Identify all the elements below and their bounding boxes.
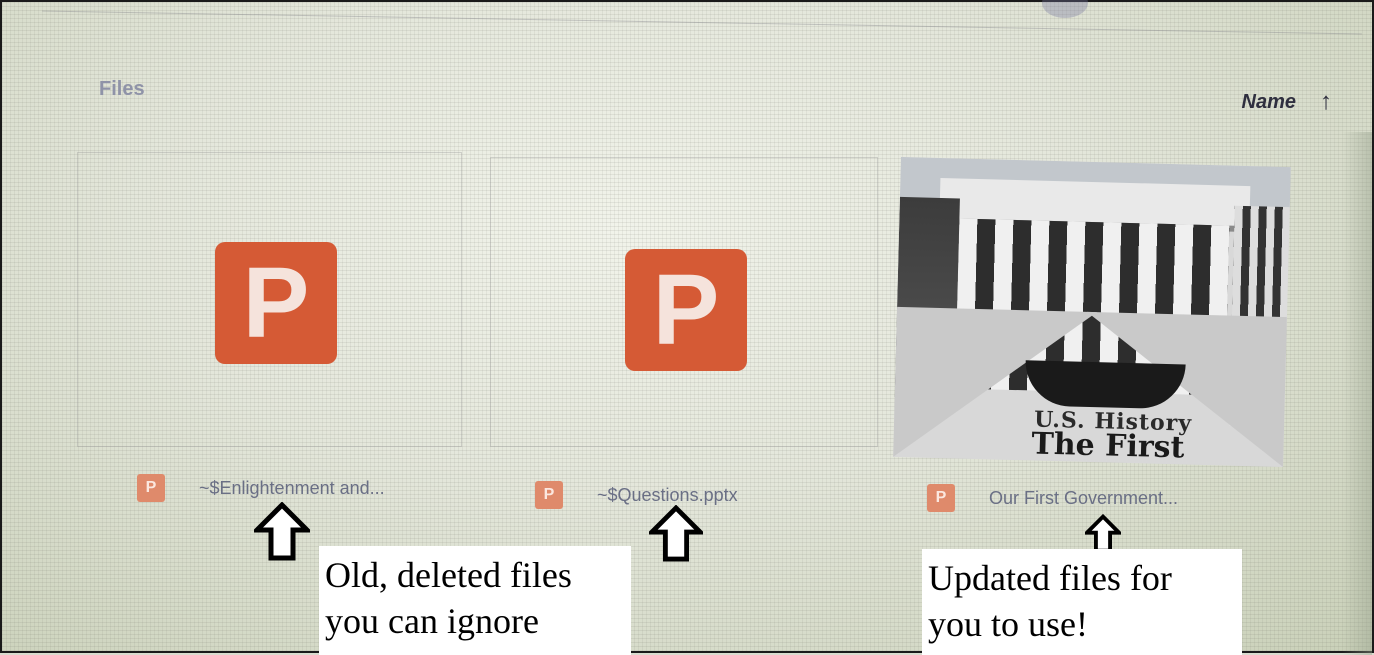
powerpoint-icon-letter: P bbox=[242, 247, 310, 359]
file-name[interactable]: ~$Enlightenment and... bbox=[199, 478, 385, 499]
annotation-old-files: Old, deleted files you can ignore bbox=[319, 546, 631, 655]
file-thumbnail-our-first-government[interactable]: U.S. History The First bbox=[893, 156, 1291, 468]
sort-label[interactable]: Name bbox=[1242, 91, 1296, 114]
annotation-updated-files: Updated files for you to use! bbox=[922, 549, 1242, 655]
screen-photo: Files Name ↑ P P U.S. History The First … bbox=[0, 0, 1374, 655]
powerpoint-icon: P bbox=[927, 484, 955, 512]
annotation-line: Updated files for bbox=[928, 558, 1172, 598]
thumbnail-title: The First bbox=[1031, 426, 1185, 466]
avatar[interactable] bbox=[1042, 0, 1088, 18]
powerpoint-icon: P bbox=[535, 481, 563, 509]
file-name[interactable]: Our First Government... bbox=[989, 488, 1178, 509]
powerpoint-icon[interactable]: P bbox=[625, 249, 747, 371]
arrow-up-icon[interactable]: ↑ bbox=[1320, 90, 1332, 114]
page-title: Files bbox=[99, 78, 145, 100]
divider bbox=[42, 10, 1362, 35]
file-item-our-first-government[interactable]: P Our First Government... bbox=[927, 484, 1178, 512]
annotation-line: you can ignore bbox=[325, 601, 539, 641]
screen-edge-shadow bbox=[1342, 132, 1372, 655]
file-item-enlightenment[interactable]: P ~$Enlightenment and... bbox=[137, 474, 385, 502]
file-item-questions[interactable]: P ~$Questions.pptx bbox=[535, 481, 738, 509]
annotation-line: Old, deleted files bbox=[325, 555, 572, 595]
powerpoint-icon: P bbox=[137, 474, 165, 502]
powerpoint-icon[interactable]: P bbox=[215, 242, 337, 364]
sort-control[interactable]: Name ↑ bbox=[1242, 90, 1332, 114]
powerpoint-icon-letter: P bbox=[652, 254, 720, 366]
file-name[interactable]: ~$Questions.pptx bbox=[597, 485, 738, 506]
annotation-line: you to use! bbox=[928, 604, 1088, 644]
